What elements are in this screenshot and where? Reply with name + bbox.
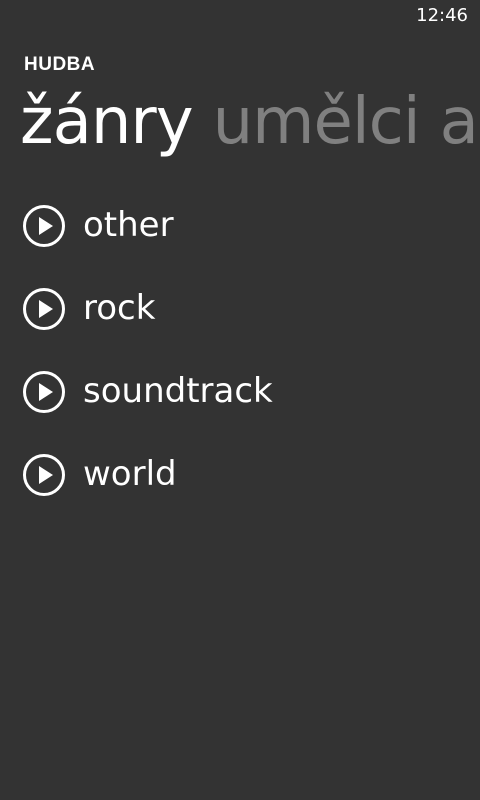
genre-item-soundtrack[interactable]: soundtrack [22,366,462,449]
play-circle-icon[interactable] [22,204,66,248]
status-clock: 12:46 [416,5,468,26]
genre-label: world [83,454,177,494]
pivot-tab-albums[interactable]: al [440,82,480,162]
play-circle-icon[interactable] [22,370,66,414]
genre-item-rock[interactable]: rock [22,283,462,366]
pivot-headers: žánryumělcial [20,82,480,162]
pivot-tab-artists[interactable]: umělci [213,82,421,162]
genre-list: other rock soundtrack world [22,200,462,532]
pivot-tab-genres[interactable]: žánry [20,82,194,162]
play-circle-icon[interactable] [22,453,66,497]
genre-label: rock [83,288,156,328]
genre-item-other[interactable]: other [22,200,462,283]
app-title: HUDBA [24,54,96,75]
status-bar: 12:46 [0,0,480,32]
genre-item-world[interactable]: world [22,449,462,532]
play-circle-icon[interactable] [22,287,66,331]
genre-label: soundtrack [83,371,273,411]
genre-label: other [83,205,174,245]
